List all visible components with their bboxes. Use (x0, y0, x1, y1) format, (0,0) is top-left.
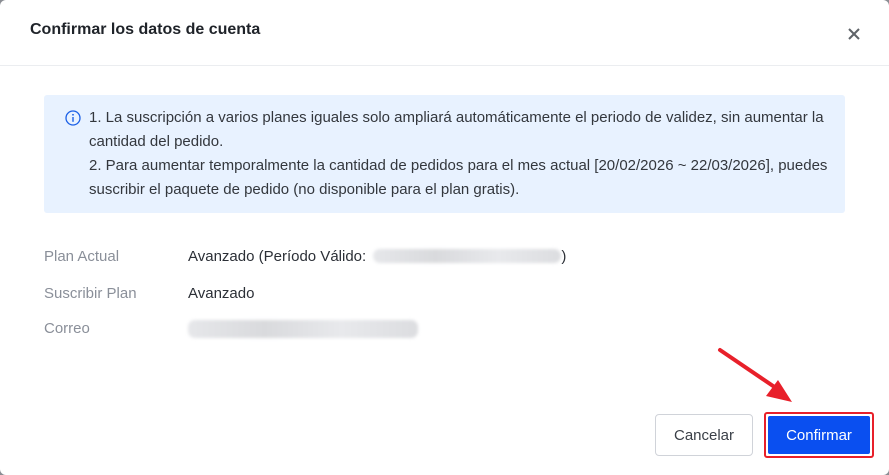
email-label: Correo (44, 320, 90, 337)
info-notice: 1. La suscripción a varios planes iguale… (44, 95, 845, 213)
subscribe-plan-value: Avanzado (188, 285, 255, 302)
close-icon[interactable] (843, 23, 865, 45)
dialog-title: Confirmar los datos de cuenta (30, 21, 261, 38)
notice-line-1: 1. La suscripción a varios planes iguale… (89, 109, 824, 150)
redacted-validity-period (373, 248, 562, 263)
confirm-account-dialog: Confirmar los datos de cuenta 1. La susc… (0, 0, 889, 475)
current-plan-label: Plan Actual (44, 248, 120, 265)
info-circle-icon (65, 110, 81, 126)
annotation-arrow-icon (714, 344, 804, 419)
subscribe-plan-label: Suscribir Plan (44, 285, 137, 302)
notice-line-2: 2. Para aumentar temporalmente la cantid… (89, 157, 828, 198)
current-plan-value: Avanzado (Período Válido: ) (188, 248, 567, 265)
dialog-header: Confirmar los datos de cuenta (0, 0, 889, 66)
cancel-button[interactable]: Cancelar (655, 414, 753, 456)
confirm-button[interactable]: Confirmar (768, 416, 870, 454)
email-value (188, 319, 418, 338)
redacted-email (188, 319, 418, 338)
